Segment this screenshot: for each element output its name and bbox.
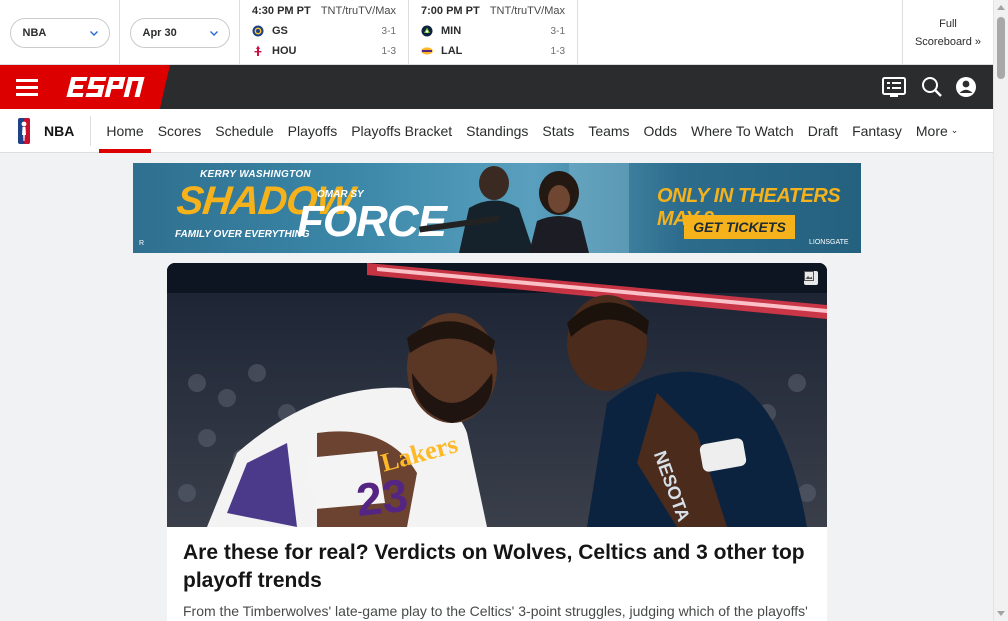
team-record: 3-1 — [381, 25, 396, 37]
profile-icon[interactable] — [955, 76, 979, 98]
menu-icon[interactable] — [16, 79, 38, 96]
nav-label: Playoffs Bracket — [351, 122, 453, 139]
page-scrollbar[interactable] — [993, 0, 1008, 621]
nav-item-playoffs[interactable]: Playoffs — [281, 109, 345, 153]
nav-label: More — [915, 122, 948, 139]
team-record: 1-3 — [550, 45, 565, 57]
nav-label: Schedule — [215, 122, 274, 139]
team-abbr: HOU — [272, 45, 297, 57]
chevron-down-icon: ⌄ — [950, 125, 959, 135]
nba-brand-label: NBA — [44, 122, 75, 139]
nav-label: Home — [106, 122, 144, 139]
nav-item-schedule[interactable]: Schedule — [208, 109, 280, 153]
game-network: TNT/truTV/Max — [489, 5, 565, 17]
league-filter-cell: NBA — [0, 0, 120, 65]
nav-label: Standings — [466, 122, 529, 139]
lakers-logo-icon — [421, 45, 433, 57]
team-abbr: LAL — [441, 45, 463, 57]
scroll-up-icon[interactable] — [997, 5, 1005, 10]
date-select-value: Apr 30 — [142, 26, 177, 39]
hero-headline[interactable]: Are these for real? Verdicts on Wolves, … — [183, 539, 811, 595]
scoreboard-spacer — [578, 0, 903, 64]
search-icon[interactable] — [920, 76, 944, 98]
nba-subnav: NBA Home Scores Schedule Playoffs Playof… — [0, 109, 993, 153]
hero-description: From the Timberwolves' late-game play to… — [183, 603, 808, 619]
hero-image[interactable]: 23 Lakers NESOTA — [167, 263, 827, 527]
full-scoreboard-line1: Full — [939, 17, 957, 30]
nav-item-stats[interactable]: Stats — [535, 109, 581, 153]
team-record: 1-3 — [381, 45, 396, 57]
date-select[interactable]: Apr 30 — [129, 17, 230, 48]
game-time: 4:30 PM PT — [252, 5, 311, 17]
hero-story-card[interactable]: 23 Lakers NESOTA Are these for real? Ver… — [167, 263, 827, 621]
espn-logo[interactable] — [66, 75, 148, 99]
nav-item-draft[interactable]: Draft — [801, 109, 845, 153]
nav-label: Fantasy — [852, 122, 902, 139]
ad-rating: R — [139, 240, 145, 247]
scoreboard-strip: NBA Apr 30 4:30 PM PT TNT/truTV/Max GS 3… — [0, 0, 993, 65]
nav-item-standings[interactable]: Standings — [459, 109, 535, 153]
get-tickets-button[interactable]: GET TICKETS — [684, 215, 795, 239]
hero-photo: 23 Lakers NESOTA — [167, 263, 827, 527]
team-record: 3-1 — [550, 25, 565, 37]
game-network: TNT/truTV/Max — [320, 5, 396, 17]
espn-header — [0, 65, 993, 109]
nav-item-scores[interactable]: Scores — [151, 109, 209, 153]
nav-item-playoffs-bracket[interactable]: Playoffs Bracket — [344, 109, 459, 153]
subnav-items: Home Scores Schedule Playoffs Playoffs B… — [91, 109, 965, 153]
nav-item-odds[interactable]: Odds — [637, 109, 684, 153]
scroll-down-icon[interactable] — [997, 611, 1005, 616]
team-abbr: MIN — [441, 25, 462, 37]
date-filter-cell: Apr 30 — [120, 0, 240, 65]
nav-item-more[interactable]: More ⌄ — [909, 109, 965, 153]
nav-label: Playoffs — [287, 122, 338, 139]
nav-label: Scores — [157, 122, 202, 139]
team-row: LAL 1-3 — [421, 41, 565, 61]
team-row: GS 3-1 — [252, 21, 396, 41]
hero-body: Are these for real? Verdicts on Wolves, … — [167, 527, 827, 620]
scores-icon[interactable] — [882, 76, 906, 98]
team-row: MIN 3-1 — [421, 21, 565, 41]
chevron-down-icon — [89, 30, 98, 36]
full-scoreboard-line2: Scoreboard » — [914, 35, 982, 48]
nav-item-teams[interactable]: Teams — [581, 109, 636, 153]
nav-label: Draft — [807, 122, 839, 139]
ad-tagline: FAMILY OVER EVERYTHING — [175, 229, 310, 240]
ad-studio: LIONSGATE — [809, 239, 849, 246]
nav-label: Odds — [643, 122, 678, 139]
game-card[interactable]: 4:30 PM PT TNT/truTV/Max GS 3-1 HOU 1-3 — [240, 0, 409, 65]
nav-label: Teams — [588, 122, 630, 139]
full-scoreboard-link[interactable]: Full Scoreboard » — [903, 0, 993, 65]
image-gallery-icon[interactable] — [804, 271, 818, 285]
ad-banner[interactable]: KERRY WASHINGTON SHADOW OMAR SY FORCE FA… — [133, 163, 861, 253]
game-time: 7:00 PM PT — [421, 5, 480, 17]
nba-brand[interactable]: NBA — [0, 115, 92, 146]
team-abbr: GS — [272, 25, 288, 37]
nav-item-home[interactable]: Home — [99, 109, 152, 153]
svg-text:23: 23 — [354, 469, 410, 526]
ad-figures-image — [419, 163, 629, 253]
nav-item-where-to-watch[interactable]: Where To Watch — [684, 109, 801, 153]
league-select-value: NBA — [22, 26, 47, 39]
scrollbar-thumb[interactable] — [997, 17, 1005, 79]
nav-label: Where To Watch — [691, 122, 794, 139]
nba-logo-icon — [18, 117, 30, 144]
nav-item-fantasy[interactable]: Fantasy — [845, 109, 909, 153]
nav-label: Stats — [542, 122, 575, 139]
warriors-logo-icon — [252, 25, 264, 37]
league-select[interactable]: NBA — [9, 17, 110, 48]
team-row: HOU 1-3 — [252, 41, 396, 61]
timberwolves-logo-icon — [421, 25, 433, 37]
rockets-logo-icon — [252, 45, 264, 57]
game-card[interactable]: 7:00 PM PT TNT/truTV/Max MIN 3-1 LAL 1-3 — [409, 0, 578, 65]
chevron-down-icon — [209, 30, 218, 36]
